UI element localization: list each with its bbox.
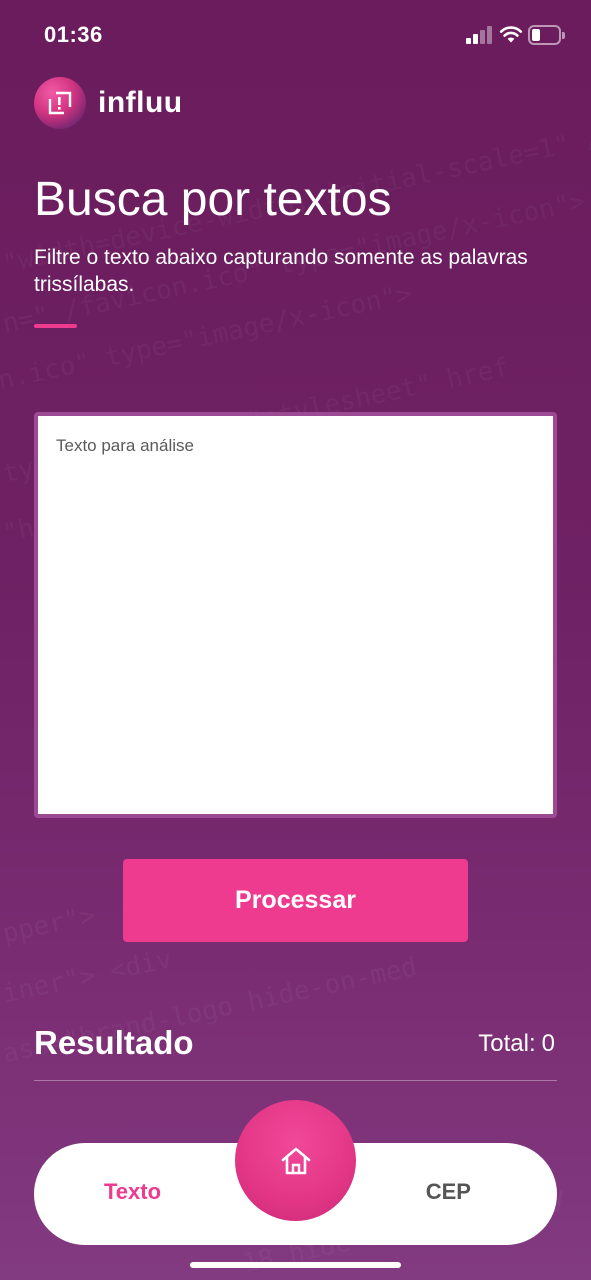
battery-icon: [528, 25, 565, 45]
tab-cep[interactable]: CEP: [426, 1179, 471, 1205]
brand-name: influu: [98, 86, 183, 119]
page-subtitle: Filtre o texto abaixo capturando somente…: [34, 246, 528, 296]
home-icon: [281, 1147, 310, 1174]
tab-texto[interactable]: Texto: [104, 1179, 161, 1205]
result-divider: [34, 1080, 557, 1081]
analysis-text-container: [34, 412, 557, 818]
battery-level: [532, 29, 540, 41]
status-time: 01:36: [44, 22, 103, 47]
process-button[interactable]: Processar: [123, 859, 468, 942]
brand-logo: influu: [34, 76, 183, 130]
result-total: Total: 0: [478, 1030, 555, 1058]
home-indicator: [190, 1262, 401, 1268]
title-accent-divider: [34, 324, 77, 328]
total-value: 0: [541, 1030, 555, 1057]
result-title: Resultado: [34, 1024, 194, 1061]
status-bar: 01:36: [0, 0, 591, 70]
page-title: Busca por textos: [34, 173, 392, 226]
influu-logo-icon: [34, 77, 86, 129]
analysis-textarea[interactable]: [38, 416, 553, 814]
cellular-signal-icon: [466, 26, 494, 44]
wifi-icon: [499, 26, 523, 43]
total-label: Total:: [478, 1030, 536, 1057]
home-button[interactable]: [235, 1100, 356, 1221]
